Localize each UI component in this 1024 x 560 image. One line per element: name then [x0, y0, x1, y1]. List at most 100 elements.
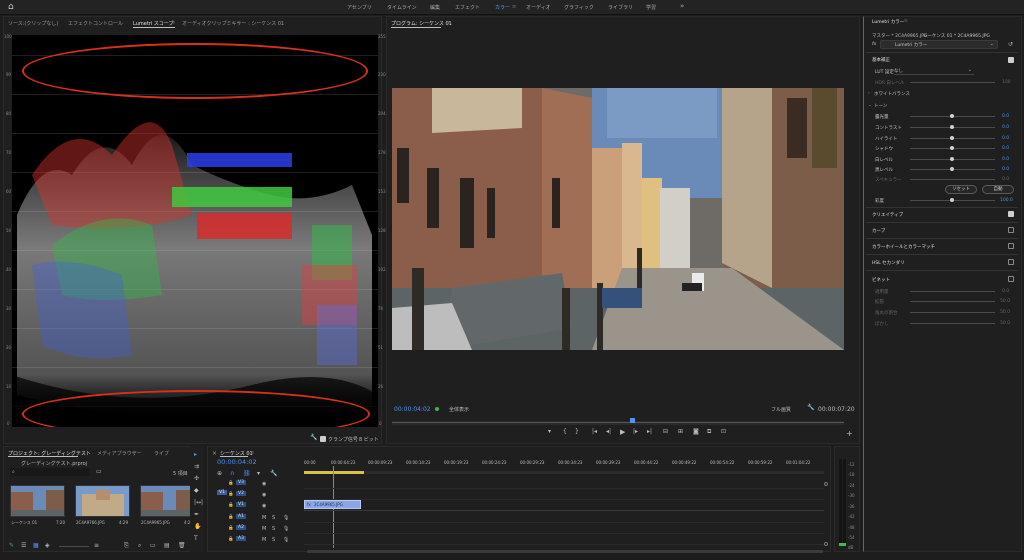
tab-libraries[interactable]: ライブ	[154, 450, 169, 457]
lumetri-menu-icon[interactable]: ≡	[904, 19, 908, 24]
color-wheels-checkbox[interactable]	[1008, 243, 1014, 249]
expand-tone-icon[interactable]: ⌄	[868, 103, 872, 108]
lock-a3-icon[interactable]: 🔒	[228, 537, 234, 543]
workspace-timeline[interactable]: タイムライン	[387, 4, 417, 11]
slip-tool-icon[interactable]: |↔|	[194, 500, 203, 506]
quality-select[interactable]: フル画質	[771, 406, 791, 413]
vignette-roundness-slider[interactable]	[910, 312, 995, 313]
workspace-assembly[interactable]: アセンブリ	[347, 4, 372, 11]
contrast-value[interactable]: 0.0	[1002, 125, 1009, 130]
basic-correction-checkbox[interactable]	[1008, 57, 1014, 63]
track-v1[interactable]: V1	[236, 502, 246, 507]
vignette-checkbox[interactable]	[1008, 276, 1014, 282]
pencil-icon[interactable]: ✎	[9, 543, 14, 549]
vignette-amount-value[interactable]: 0.0	[1002, 289, 1009, 294]
vignette-midpoint-value[interactable]: 50.0	[1000, 299, 1010, 304]
workspace-more-icon[interactable]: »	[680, 2, 684, 10]
highlights-slider-knob[interactable]	[950, 136, 954, 140]
lut-dropdown[interactable]: なし ⌄	[894, 67, 974, 75]
color-wheels-section[interactable]: カラーホイールとカラーマッチ	[872, 244, 935, 250]
clamp-signal-checkbox[interactable]	[320, 436, 326, 442]
eye-v3-icon[interactable]: ◉	[262, 481, 266, 487]
program-scrub-bar[interactable]	[392, 418, 844, 425]
tab-source[interactable]: ソース:(クリップなし)	[8, 20, 58, 27]
hsl-secondary-checkbox[interactable]	[1008, 259, 1014, 265]
reset-button[interactable]: リセット	[945, 185, 977, 194]
vignette-midpoint-slider[interactable]	[910, 301, 995, 302]
new-item-icon[interactable]: ▤	[164, 543, 170, 549]
exposure-value[interactable]: 0.0	[1002, 114, 1009, 119]
whites-slider-knob[interactable]	[950, 157, 954, 161]
new-bin-icon[interactable]: ▭	[96, 469, 102, 475]
export-frame-icon[interactable]: ◙	[693, 429, 699, 435]
mute-a2-icon[interactable]: M	[262, 526, 266, 532]
ripple-edit-tool-icon[interactable]: ✣	[194, 476, 199, 482]
saturation-value[interactable]: 100.0	[1000, 198, 1013, 203]
track-a1[interactable]: A1	[236, 514, 246, 519]
zoom-slider[interactable]	[59, 546, 89, 547]
tab-effect-controls[interactable]: エフェクトコントロール	[68, 20, 123, 27]
track-v2[interactable]: V2	[236, 491, 246, 496]
bit-depth-select[interactable]: 8 ビット	[359, 436, 379, 443]
white-balance-section[interactable]: ホワイトバランス	[874, 91, 910, 97]
mark-out-icon[interactable]: }	[575, 429, 579, 435]
close-sequence-icon[interactable]: ×	[212, 450, 217, 457]
timeline-horizontal-scroll[interactable]	[307, 550, 823, 553]
play-icon[interactable]: ▶	[620, 429, 625, 436]
lock-v3-icon[interactable]: 🔒	[228, 481, 234, 487]
hsl-secondary-section[interactable]: HSL セカンダリ	[872, 260, 905, 266]
solo-a1-icon[interactable]: S	[272, 515, 275, 521]
thumb-sequence[interactable]	[10, 485, 65, 517]
exposure-slider-knob[interactable]	[950, 114, 954, 118]
source-patch-v1[interactable]: V1	[217, 490, 227, 495]
pen-tool-icon[interactable]: ✒	[194, 512, 199, 518]
reset-effect-icon[interactable]: ↺	[1008, 42, 1013, 48]
project-search-input[interactable]: ⌕	[10, 468, 90, 476]
track-select-tool-icon[interactable]: ⇉	[194, 464, 199, 470]
extract-icon[interactable]: ⊞	[678, 429, 683, 435]
vignette-section[interactable]: ビネット	[872, 277, 890, 283]
program-monitor-title[interactable]: プログラム: シーケンス 01	[391, 20, 452, 27]
razor-tool-icon[interactable]: ◆	[194, 488, 199, 494]
lock-a1-icon[interactable]: 🔒	[228, 515, 234, 521]
timeline-timecode[interactable]: 00:00:04:02	[217, 458, 257, 466]
preset-dropdown[interactable]: Lumetri カラー ⌄	[880, 40, 998, 49]
mark-in-icon[interactable]: {	[563, 429, 567, 435]
saturation-slider-knob[interactable]	[950, 198, 954, 202]
curves-checkbox[interactable]	[1008, 227, 1014, 233]
freeform-view-icon[interactable]: ◈	[45, 543, 50, 549]
vignette-feather-value[interactable]: 50.0	[1000, 321, 1010, 326]
step-back-icon[interactable]: ◂|	[606, 429, 611, 435]
icon-view-icon[interactable]: ▦	[33, 543, 39, 549]
solo-a3-icon[interactable]: S	[272, 537, 275, 543]
thumb-2c4a9965[interactable]	[140, 485, 195, 517]
workspace-audio[interactable]: オーディオ	[526, 4, 551, 11]
fit-select[interactable]: 全体表示	[449, 406, 469, 413]
new-bin-bottom-icon[interactable]: ▭	[150, 543, 156, 549]
thumb-2c4a9766[interactable]	[75, 485, 130, 517]
mic-a2-icon[interactable]: 🎙	[283, 526, 289, 532]
workspace-graphics[interactable]: グラフィック	[564, 4, 594, 11]
hdr-white-slider[interactable]	[910, 82, 995, 83]
lock-a2-icon[interactable]: 🔒	[228, 526, 234, 532]
eye-v2-icon[interactable]: ◉	[262, 492, 266, 498]
add-marker-timeline-icon[interactable]: ▾	[257, 471, 260, 477]
timeline-menu-icon[interactable]: ≡	[250, 450, 254, 456]
contrast-slider-knob[interactable]	[950, 125, 954, 129]
hdr-white-value[interactable]: 100	[1002, 80, 1011, 85]
eye-v1-icon[interactable]: ◉	[262, 503, 266, 509]
workspace-color[interactable]: カラー	[495, 4, 510, 11]
auto-button[interactable]: 自動	[982, 185, 1014, 194]
wrench-icon[interactable]: 🔧	[310, 435, 317, 441]
go-to-in-icon[interactable]: |◂	[592, 429, 597, 435]
monitor-settings-wrench-icon[interactable]: 🔧	[807, 405, 814, 411]
workspace-edit[interactable]: 編集	[430, 4, 440, 11]
lock-v2-icon[interactable]: 🔒	[228, 492, 234, 498]
workspace-effects[interactable]: エフェクト	[455, 4, 480, 11]
linked-selection-icon[interactable]: ⛓	[243, 471, 251, 477]
button-editor-add-icon[interactable]: +	[846, 430, 853, 438]
mic-a1-icon[interactable]: 🎙	[283, 515, 289, 521]
specular-value[interactable]: 0.0	[1002, 177, 1009, 182]
shadows-value[interactable]: 0.0	[1002, 146, 1009, 151]
timeline-settings-icon[interactable]: 🔧	[270, 471, 277, 477]
